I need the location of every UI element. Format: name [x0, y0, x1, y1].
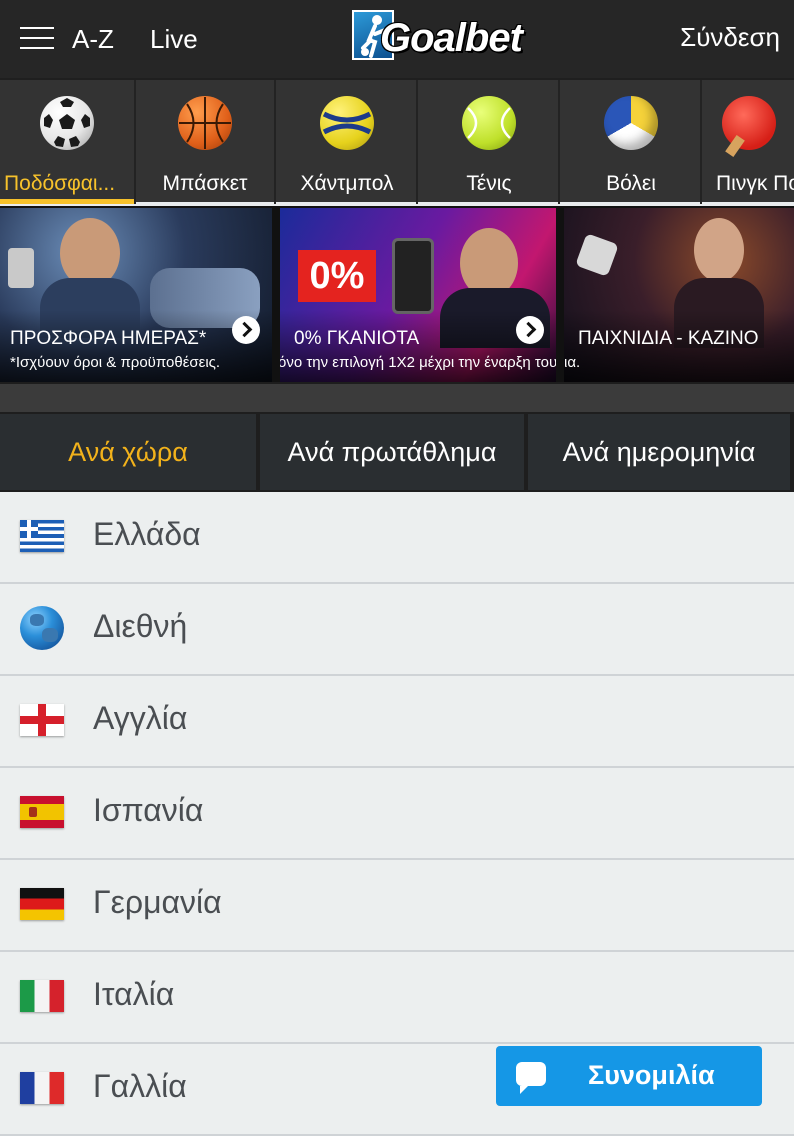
zero-percent-badge: 0% — [298, 250, 376, 302]
chat-label: Συνομιλία — [588, 1060, 715, 1090]
italy-flag-icon — [20, 980, 64, 1012]
france-flag-icon — [20, 1072, 64, 1104]
country-row-germany[interactable]: Γερμανία — [0, 860, 794, 952]
active-indicator — [0, 199, 134, 204]
sport-tab-football[interactable]: Ποδόσφαι... — [0, 80, 136, 204]
country-name: Ιταλία — [93, 976, 175, 1012]
basketball-icon — [178, 96, 232, 150]
section-divider — [0, 382, 794, 412]
soccer-ball-icon — [40, 96, 94, 150]
promo-title: ΠΡΟΣΦΟΡΑ ΗΜΕΡΑΣ* — [10, 328, 207, 349]
tab-by-league[interactable]: Ανά πρωτάθλημα — [260, 414, 524, 490]
tennis-ball-icon — [462, 96, 516, 150]
germany-flag-icon — [20, 888, 64, 920]
promo-subtitle: ια. — [564, 354, 581, 371]
sport-tab-ping-pong[interactable]: Πινγκ Πο — [704, 80, 794, 204]
top-header: A-Z Live Goalbet Σύνδεση — [0, 0, 794, 78]
country-name: Αγγλία — [93, 700, 188, 736]
globe-icon — [20, 606, 64, 650]
tab-by-date[interactable]: Ανά ημερομηνία — [528, 414, 790, 490]
login-button[interactable]: Σύνδεση — [680, 22, 780, 53]
brand-name: Goalbet — [380, 16, 523, 60]
az-link[interactable]: A-Z — [72, 24, 114, 55]
sport-label: Ποδόσφαι... — [4, 172, 116, 195]
sport-label: Μπάσκετ — [162, 172, 248, 195]
live-link[interactable]: Live — [150, 24, 198, 55]
promo-title: 0% ΓΚΑΝΙΟΤΑ — [294, 328, 420, 349]
promo-carousel: ΠΡΟΣΦΟΡΑ ΗΜΕΡΑΣ* *Ισχύουν όροι & προϋποθ… — [0, 206, 794, 382]
country-row-international[interactable]: Διεθνή — [0, 584, 794, 676]
sports-bar: Ποδόσφαι... Μπάσκετ Χάντμπολ Τένις Βόλει — [0, 78, 794, 204]
tab-by-country[interactable]: Ανά χώρα — [0, 414, 256, 490]
handball-icon — [320, 96, 374, 150]
sport-tab-basketball[interactable]: Μπάσκετ — [136, 80, 276, 204]
chevron-right-icon[interactable] — [516, 316, 544, 344]
promo-card-casino[interactable]: ΠΑΙΧΝΙΔΙΑ - ΚΑΖΙΝΟ ια. — [564, 208, 794, 382]
sport-label: Τένις — [466, 172, 512, 195]
chevron-right-icon[interactable] — [232, 316, 260, 344]
country-name: Διεθνή — [93, 608, 188, 644]
sport-tab-handball[interactable]: Χάντμπολ — [278, 80, 418, 204]
country-row-england[interactable]: Αγγλία — [0, 676, 794, 768]
promo-card-zero-margin[interactable]: 0% 0% ΓΚΑΝΙΟΤΑ όνο την επιλογή 1Χ2 μέχρι… — [280, 208, 556, 382]
promo-subtitle: όνο την επιλογή 1Χ2 μέχρι την έναρξη του — [280, 354, 556, 371]
promo-title: ΠΑΙΧΝΙΔΙΑ - ΚΑΖΙΝΟ — [578, 328, 759, 349]
greece-flag-icon — [20, 520, 64, 552]
sport-tab-volleyball[interactable]: Βόλει — [562, 80, 702, 204]
country-row-italy[interactable]: Ιταλία — [0, 952, 794, 1044]
country-name: Γερμανία — [93, 884, 222, 920]
filter-tabs: Ανά χώρα Ανά πρωτάθλημα Ανά ημερομηνία — [0, 412, 794, 492]
sport-label: Πινγκ Πο — [716, 172, 794, 195]
sport-label: Βόλει — [606, 172, 656, 195]
chat-bubble-icon — [516, 1062, 546, 1094]
sport-label: Χάντμπολ — [300, 172, 394, 195]
hamburger-menu-icon[interactable] — [20, 27, 54, 51]
chat-button[interactable]: Συνομιλία — [496, 1046, 762, 1106]
spain-flag-icon — [20, 796, 64, 828]
promo-card-offer[interactable]: ΠΡΟΣΦΟΡΑ ΗΜΕΡΑΣ* *Ισχύουν όροι & προϋποθ… — [0, 208, 272, 382]
country-row-spain[interactable]: Ισπανία — [0, 768, 794, 860]
country-row-greece[interactable]: Ελλάδα — [0, 492, 794, 584]
england-flag-icon — [20, 704, 64, 736]
country-list: Ελλάδα Διεθνή Αγγλία Ισπανία Γερμανία Ιτ… — [0, 492, 794, 1136]
country-name: Ελλάδα — [93, 516, 201, 552]
sport-tab-tennis[interactable]: Τένις — [420, 80, 560, 204]
country-name: Γαλλία — [93, 1068, 187, 1104]
volleyball-icon — [604, 96, 658, 150]
ping-pong-paddle-icon — [722, 96, 776, 158]
country-name: Ισπανία — [93, 792, 204, 828]
goalbet-logo[interactable]: Goalbet — [352, 10, 542, 64]
promo-subtitle: *Ισχύουν όροι & προϋποθέσεις. — [10, 354, 221, 371]
